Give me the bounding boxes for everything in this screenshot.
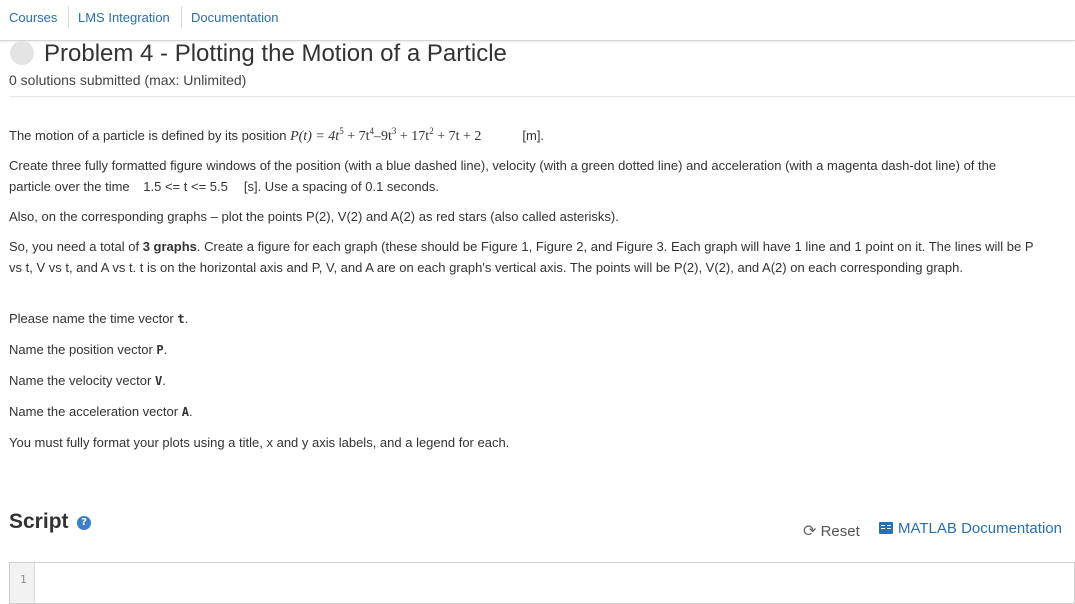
divider [9, 96, 1075, 97]
description-time-vector: Please name the time vector t. [9, 311, 189, 326]
book-icon [879, 522, 893, 534]
description-formatting-note: You must fully format your plots using a… [9, 435, 510, 450]
description-paragraph-points: Also, on the corresponding graphs – plot… [9, 209, 619, 224]
solutions-submitted-count: 0 solutions submitted (max: Unlimited) [9, 72, 247, 88]
description-paragraph-graphs: So, you need a total of 3 graphs. Create… [9, 239, 1034, 275]
nav-link-documentation[interactable]: Documentation [191, 10, 278, 25]
description-paragraph-figures: Create three fully formatted figure wind… [9, 158, 997, 194]
reset-icon: ⟳ [803, 521, 817, 540]
script-editor[interactable]: 1 [9, 562, 1075, 604]
reset-label: Reset [820, 523, 860, 540]
nav-link-lms-integration[interactable]: LMS Integration [78, 10, 170, 25]
script-heading: Script [9, 510, 69, 533]
description-acceleration-vector: Name the acceleration vector A. [9, 404, 193, 419]
position-equation: P(t) = 4t5 + 7t4–9t3 + 17t2 + 7t + 2 [290, 126, 482, 145]
line-number: 1 [20, 573, 27, 586]
problem-title: Problem 4 - Plotting the Motion of a Par… [44, 40, 507, 67]
matlab-documentation-label: MATLAB Documentation [898, 520, 1062, 537]
help-icon[interactable]: ? [77, 516, 91, 530]
nav-divider [181, 6, 182, 28]
matlab-documentation-link[interactable]: MATLAB Documentation [879, 520, 1062, 537]
description-paragraph-position: The motion of a particle is defined by i… [9, 126, 545, 145]
top-navigation: Courses LMS Integration Documentation [0, 0, 1075, 41]
problem-status-icon [10, 41, 34, 65]
nav-divider [68, 6, 69, 28]
description-position-vector: Name the position vector P. [9, 342, 168, 357]
nav-link-courses[interactable]: Courses [9, 10, 57, 25]
editor-gutter: 1 [10, 563, 35, 603]
reset-button[interactable]: ⟳ Reset [803, 521, 860, 540]
description-velocity-vector: Name the velocity vector V. [9, 373, 166, 388]
